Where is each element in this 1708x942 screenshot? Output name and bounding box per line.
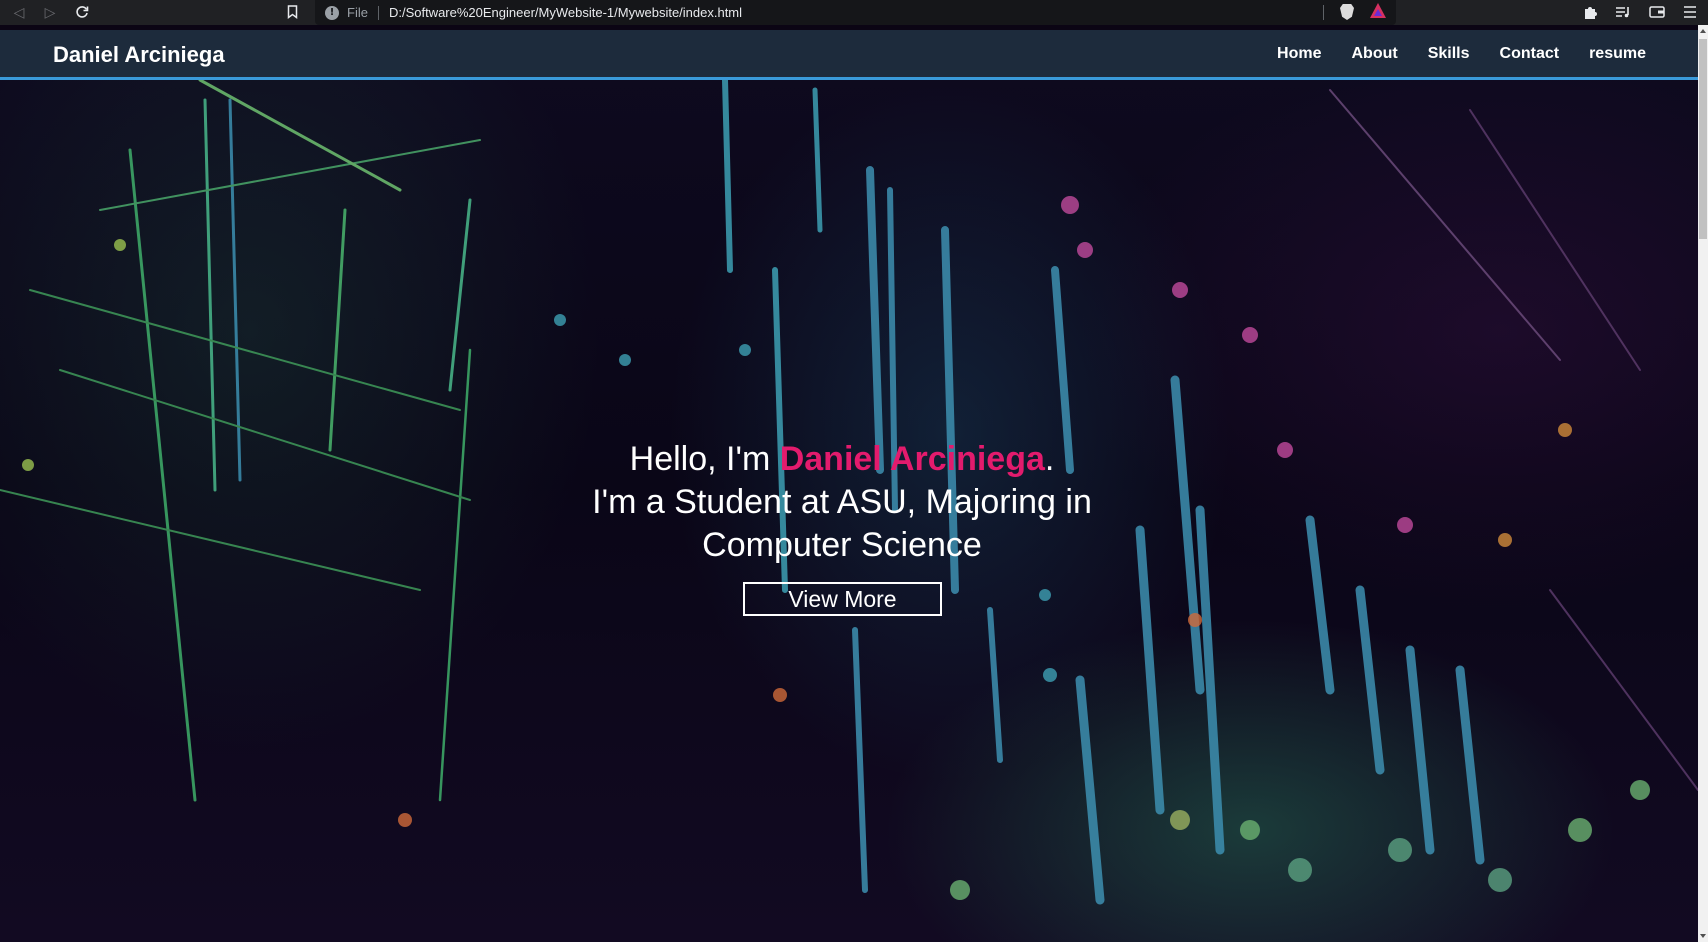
scrollbar-thumb[interactable]	[1699, 39, 1707, 239]
url-text[interactable]: D:/Software%20Engineer/MyWebsite-1/Myweb…	[389, 5, 742, 20]
back-icon[interactable]: ◁	[9, 2, 29, 22]
hero-period: .	[1044, 440, 1055, 478]
reload-icon[interactable]	[72, 2, 92, 22]
nav-links: Home About Skills Contact resume	[1277, 45, 1646, 63]
site-brand[interactable]: Daniel Arciniega	[53, 42, 225, 68]
hero-name: Daniel Arciniega	[779, 440, 1045, 478]
page-scrollbar[interactable]	[1698, 25, 1708, 942]
scroll-down-icon[interactable]	[1700, 934, 1706, 938]
wallet-icon[interactable]	[1647, 2, 1667, 22]
playlist-icon[interactable]	[1613, 2, 1633, 22]
nav-skills-link[interactable]: Skills	[1428, 45, 1470, 63]
nav-contact-link[interactable]: Contact	[1500, 45, 1560, 63]
browser-toolbar: ◁ ▷ ! File D:/Software%20Engineer/MyWebs…	[0, 0, 1708, 25]
hero-line-1: Hello, I'm Daniel Arciniega.	[549, 438, 1135, 481]
url-scheme-label: File	[347, 5, 368, 20]
brave-rewards-icon[interactable]	[1370, 3, 1386, 18]
forward-icon[interactable]: ▷	[40, 2, 60, 22]
hamburger-menu-icon[interactable]	[1680, 2, 1700, 22]
nav-home-link[interactable]: Home	[1277, 45, 1321, 63]
hero-heading: Hello, I'm Daniel Arciniega. I'm a Stude…	[549, 438, 1135, 567]
address-bar[interactable]: ! File D:/Software%20Engineer/MyWebsite-…	[315, 0, 1396, 25]
puzzle-icon[interactable]	[1580, 2, 1600, 22]
url-separator	[377, 5, 379, 20]
site-navbar: Daniel Arciniega Home About Skills Conta…	[0, 30, 1698, 80]
nav-resume-link[interactable]: resume	[1589, 45, 1646, 63]
web-page: Daniel Arciniega Home About Skills Conta…	[0, 30, 1698, 942]
bookmark-icon[interactable]	[282, 2, 302, 22]
brave-shield-icon[interactable]	[1340, 4, 1354, 20]
info-icon[interactable]: !	[325, 5, 339, 20]
hero-line-2: I'm a Student at ASU, Majoring in	[592, 483, 1092, 521]
hero-line-3: Computer Science	[702, 526, 982, 564]
hero-greeting: Hello, I'm	[629, 440, 780, 478]
url-right-separator	[1323, 5, 1324, 20]
scroll-up-icon[interactable]	[1700, 29, 1706, 33]
nav-about-link[interactable]: About	[1352, 45, 1398, 63]
view-more-button[interactable]: View More	[743, 582, 942, 616]
